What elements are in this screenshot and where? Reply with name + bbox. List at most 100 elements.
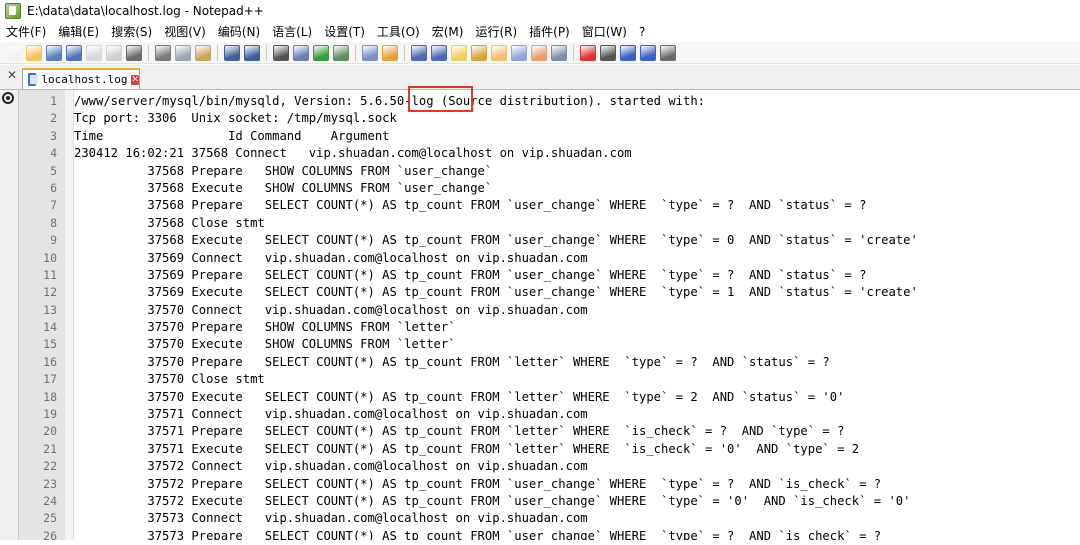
tab-close-icon[interactable]: ✕ xyxy=(131,74,139,85)
toolbar-separator xyxy=(217,44,218,61)
line-number: 2 xyxy=(50,111,57,126)
editor-line: 37568 Prepare SELECT COUNT(*) AS tp_coun… xyxy=(74,198,867,213)
close-icon[interactable] xyxy=(86,44,102,61)
line-number-gutter: 1 2 3 4 5 6 7 8 9 10 11 12 13 14 15 16 17 18 19 20 21 22 23 24 2… xyxy=(19,90,65,543)
editor-line: 37568 Execute SELECT COUNT(*) AS tp_coun… xyxy=(74,233,918,248)
editor-line: 37570 Prepare SELECT COUNT(*) AS tp_coun… xyxy=(74,354,830,369)
line-number: 10 xyxy=(43,250,57,265)
line-number: 26 xyxy=(43,528,57,543)
line-number: 20 xyxy=(43,424,57,439)
line-number: 3 xyxy=(50,128,57,143)
sync-vertical-icon[interactable] xyxy=(362,44,378,61)
zoom-in-icon[interactable] xyxy=(313,44,329,61)
save-all-icon[interactable] xyxy=(66,44,82,61)
doc-map-icon[interactable] xyxy=(491,44,507,61)
menu-item-6[interactable]: 设置(T) xyxy=(318,22,371,42)
editor-line: 37571 Execute SELECT COUNT(*) AS tp_coun… xyxy=(74,441,860,456)
editor-text-area[interactable]: /www/server/mysql/bin/mysqld, Version: 5… xyxy=(74,90,1080,540)
menu-item-4[interactable]: 编码(N) xyxy=(212,22,266,42)
print-icon[interactable] xyxy=(126,44,142,61)
toolbar xyxy=(0,42,1080,64)
cut-icon[interactable] xyxy=(155,44,171,61)
editor-line: 37570 Execute SELECT COUNT(*) AS tp_coun… xyxy=(74,389,845,404)
line-number: 15 xyxy=(43,337,57,352)
editor-line: 37572 Execute SELECT COUNT(*) AS tp_coun… xyxy=(74,493,911,508)
line-number: 1 xyxy=(50,94,57,108)
editor-line: 37568 Close stmt xyxy=(74,215,265,230)
line-number: 22 xyxy=(43,459,57,474)
menu-item-5[interactable]: 语言(L) xyxy=(266,22,318,42)
replace-icon[interactable] xyxy=(293,44,309,61)
editor-line: 37572 Connect vip.shuadan.com@localhost … xyxy=(74,459,588,474)
line-number: 24 xyxy=(43,493,57,508)
target-icon[interactable] xyxy=(2,92,14,104)
indent-guide-icon[interactable] xyxy=(451,44,467,61)
line-number: 14 xyxy=(43,320,57,335)
file-saved-icon xyxy=(28,73,39,86)
menu-item-11[interactable]: 窗口(W) xyxy=(576,22,633,42)
line-number: 7 xyxy=(50,198,57,213)
undo-icon[interactable] xyxy=(224,44,240,61)
sync-horizontal-icon[interactable] xyxy=(382,44,398,61)
record-macro-icon[interactable] xyxy=(580,44,596,61)
play-macro-icon[interactable] xyxy=(620,44,636,61)
find-icon[interactable] xyxy=(273,44,289,61)
editor-line: Tcp port: 3306 Unix socket: /tmp/mysql.s… xyxy=(74,111,397,126)
user-lang-icon[interactable] xyxy=(471,44,487,61)
copy-icon[interactable] xyxy=(175,44,191,61)
close-x-icon[interactable]: ✕ xyxy=(6,69,18,81)
menu-item-10[interactable]: 插件(P) xyxy=(523,22,576,42)
zoom-out-icon[interactable] xyxy=(333,44,349,61)
line-number: 23 xyxy=(43,476,57,491)
editor-line: 37571 Prepare SELECT COUNT(*) AS tp_coun… xyxy=(74,424,845,439)
editor-line: 37570 Execute SHOW COLUMNS FROM `letter` xyxy=(74,337,456,352)
line-number: 16 xyxy=(43,354,57,369)
menu-item-2[interactable]: 搜索(S) xyxy=(105,22,158,42)
folder-workspace-icon[interactable] xyxy=(531,44,547,61)
line-number: 17 xyxy=(43,372,57,387)
editor-line: 37570 Close stmt xyxy=(74,372,265,387)
save-macro-icon[interactable] xyxy=(660,44,676,61)
menu-item-1[interactable]: 编辑(E) xyxy=(52,22,105,42)
line-number: 4 xyxy=(50,146,57,161)
side-panel-strip xyxy=(0,90,19,540)
editor-line: /www/server/mysql/bin/mysqld, Version: 5… xyxy=(74,94,706,108)
menu-item-0[interactable]: 文件(F) xyxy=(0,22,52,42)
editor-line: 37569 Prepare SELECT COUNT(*) AS tp_coun… xyxy=(74,267,867,282)
menu-item-3[interactable]: 视图(V) xyxy=(158,22,212,42)
line-number: 6 xyxy=(50,180,57,195)
function-list-icon[interactable] xyxy=(511,44,527,61)
line-number: 13 xyxy=(43,302,57,317)
open-file-icon[interactable] xyxy=(26,44,42,61)
menu-bar: 文件(F) 编辑(E) 搜索(S) 视图(V) 编码(N) 语言(L) 设置(T) 工具(O)… xyxy=(0,22,1080,42)
paste-icon[interactable] xyxy=(195,44,211,61)
editor-line: 37569 Connect vip.shuadan.com@localhost … xyxy=(74,250,588,265)
monitor-icon[interactable] xyxy=(551,44,567,61)
show-all-chars-icon[interactable] xyxy=(431,44,447,61)
redo-icon[interactable] xyxy=(244,44,260,61)
word-wrap-icon[interactable] xyxy=(411,44,427,61)
run-macro-multiple-icon[interactable] xyxy=(640,44,656,61)
menu-item-12[interactable]: ? xyxy=(633,22,651,42)
line-number: 11 xyxy=(43,267,57,282)
close-all-icon[interactable] xyxy=(106,44,122,61)
editor-line: 37570 Connect vip.shuadan.com@localhost … xyxy=(74,302,588,317)
menu-item-9[interactable]: 运行(R) xyxy=(469,22,523,42)
menu-item-8[interactable]: 宏(M) xyxy=(426,22,470,42)
tab-localhost-log[interactable]: localhost.log ✕ xyxy=(22,68,140,89)
editor-line: 37568 Prepare SHOW COLUMNS FROM `user_ch… xyxy=(74,163,493,178)
menu-item-7[interactable]: 工具(O) xyxy=(371,22,426,42)
toolbar-separator xyxy=(404,44,405,61)
editor-line: 37569 Execute SELECT COUNT(*) AS tp_coun… xyxy=(74,285,918,300)
save-icon[interactable] xyxy=(46,44,62,61)
stop-macro-icon[interactable] xyxy=(600,44,616,61)
version-highlight-box xyxy=(408,86,473,112)
line-number: 5 xyxy=(50,163,57,178)
line-number: 19 xyxy=(43,407,57,422)
line-number: 25 xyxy=(43,511,57,526)
line-number: 21 xyxy=(43,441,57,456)
new-file-icon[interactable] xyxy=(6,44,22,61)
toolbar-separator xyxy=(355,44,356,61)
editor-line: 37572 Prepare SELECT COUNT(*) AS tp_coun… xyxy=(74,476,882,491)
editor-line: 37571 Connect vip.shuadan.com@localhost … xyxy=(74,407,588,422)
